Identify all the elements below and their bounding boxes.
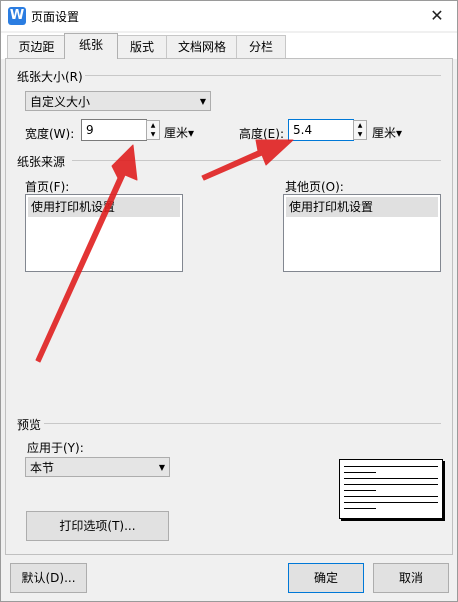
paper-source-group-label: 纸张来源: [17, 153, 68, 170]
other-pages-label: 其他页(O):: [285, 180, 344, 194]
page-setup-dialog: W 页面设置 ✕ 页边距 纸张 版式 文档网格 分栏 纸张大小(R) 自定义大小…: [0, 0, 458, 602]
close-button[interactable]: ✕: [417, 1, 457, 31]
list-item[interactable]: 使用打印机设置: [286, 197, 438, 217]
height-input[interactable]: 5.4: [288, 119, 354, 141]
page-preview-thumbnail: [339, 459, 443, 519]
first-page-list[interactable]: 使用打印机设置: [25, 194, 183, 272]
preview-line: [344, 484, 438, 485]
preview-line: [344, 466, 438, 467]
apply-to-select[interactable]: 本节 ▼: [25, 457, 170, 477]
spin-up-icon[interactable]: ▲: [354, 121, 366, 130]
dialog-title: 页面设置: [31, 10, 80, 24]
other-pages-list[interactable]: 使用打印机设置: [283, 194, 441, 272]
preview-line: [344, 490, 376, 491]
preview-line: [344, 502, 438, 503]
apply-to-label: 应用于(Y):: [27, 441, 84, 455]
first-page-label: 首页(F):: [25, 180, 70, 194]
width-spinner[interactable]: ▲ ▼: [146, 120, 160, 140]
ok-button[interactable]: 确定: [288, 563, 364, 593]
paper-size-divider: [84, 75, 441, 76]
preview-line: [344, 472, 376, 473]
default-button[interactable]: 默认(D)...: [10, 563, 87, 593]
preview-divider: [44, 423, 441, 424]
spin-up-icon[interactable]: ▲: [147, 121, 159, 130]
width-input[interactable]: 9: [81, 119, 147, 141]
height-label: 高度(E):: [239, 127, 284, 141]
title-bar: W 页面设置 ✕: [1, 1, 457, 31]
dropdown-arrow-icon: ▼: [158, 463, 165, 472]
tab-columns[interactable]: 分栏: [236, 35, 286, 58]
paper-size-select[interactable]: 自定义大小 ▼: [25, 91, 211, 111]
width-label: 宽度(W):: [25, 127, 75, 141]
width-unit-select[interactable]: 厘米▾: [164, 124, 194, 141]
paper-source-divider: [72, 160, 441, 161]
spin-down-icon[interactable]: ▼: [354, 130, 366, 139]
apply-to-value: 本节: [30, 461, 55, 475]
preview-line: [344, 508, 376, 509]
tab-paper[interactable]: 纸张: [64, 33, 118, 59]
height-unit-select[interactable]: 厘米▾: [372, 124, 402, 141]
wps-writer-icon: W: [8, 7, 26, 25]
preview-group-label: 预览: [17, 416, 44, 433]
preview-line: [344, 478, 438, 479]
tab-layout[interactable]: 版式: [116, 35, 168, 58]
dropdown-arrow-icon: ▼: [199, 97, 206, 106]
spin-down-icon[interactable]: ▼: [147, 130, 159, 139]
height-spinner[interactable]: ▲ ▼: [353, 120, 367, 140]
tab-margins[interactable]: 页边距: [7, 35, 66, 58]
list-item[interactable]: 使用打印机设置: [28, 197, 180, 217]
tab-strip: 页边距 纸张 版式 文档网格 分栏: [1, 33, 457, 59]
paper-size-group-label: 纸张大小(R): [17, 68, 85, 85]
tab-document-grid[interactable]: 文档网格: [166, 35, 238, 58]
cancel-button[interactable]: 取消: [373, 563, 449, 593]
preview-line: [344, 496, 438, 497]
print-options-button[interactable]: 打印选项(T)...: [26, 511, 169, 541]
paper-size-value: 自定义大小: [30, 95, 91, 109]
